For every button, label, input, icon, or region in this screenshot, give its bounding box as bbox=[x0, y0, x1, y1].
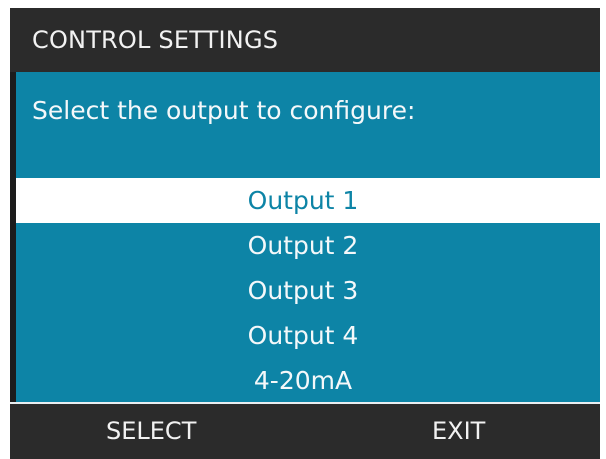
page-title: CONTROL SETTINGS bbox=[10, 8, 600, 72]
content-panel: Select the output to configure: Output 1… bbox=[16, 72, 600, 402]
device-display: CONTROL SETTINGS Select the output to co… bbox=[10, 8, 600, 459]
select-button[interactable]: SELECT bbox=[106, 404, 196, 459]
option-output-2[interactable]: Output 2 bbox=[16, 223, 600, 268]
instruction-prompt: Select the output to configure: bbox=[32, 96, 416, 125]
softkey-bar: SELECT EXIT bbox=[10, 402, 600, 459]
option-output-1[interactable]: Output 1 bbox=[16, 178, 600, 223]
option-output-3[interactable]: Output 3 bbox=[16, 268, 600, 313]
option-output-4[interactable]: Output 4 bbox=[16, 313, 600, 358]
exit-button[interactable]: EXIT bbox=[432, 404, 485, 459]
option-4-20ma[interactable]: 4-20mA bbox=[16, 358, 600, 403]
output-options-list: Output 1 Output 2 Output 3 Output 4 4-20… bbox=[16, 178, 600, 403]
